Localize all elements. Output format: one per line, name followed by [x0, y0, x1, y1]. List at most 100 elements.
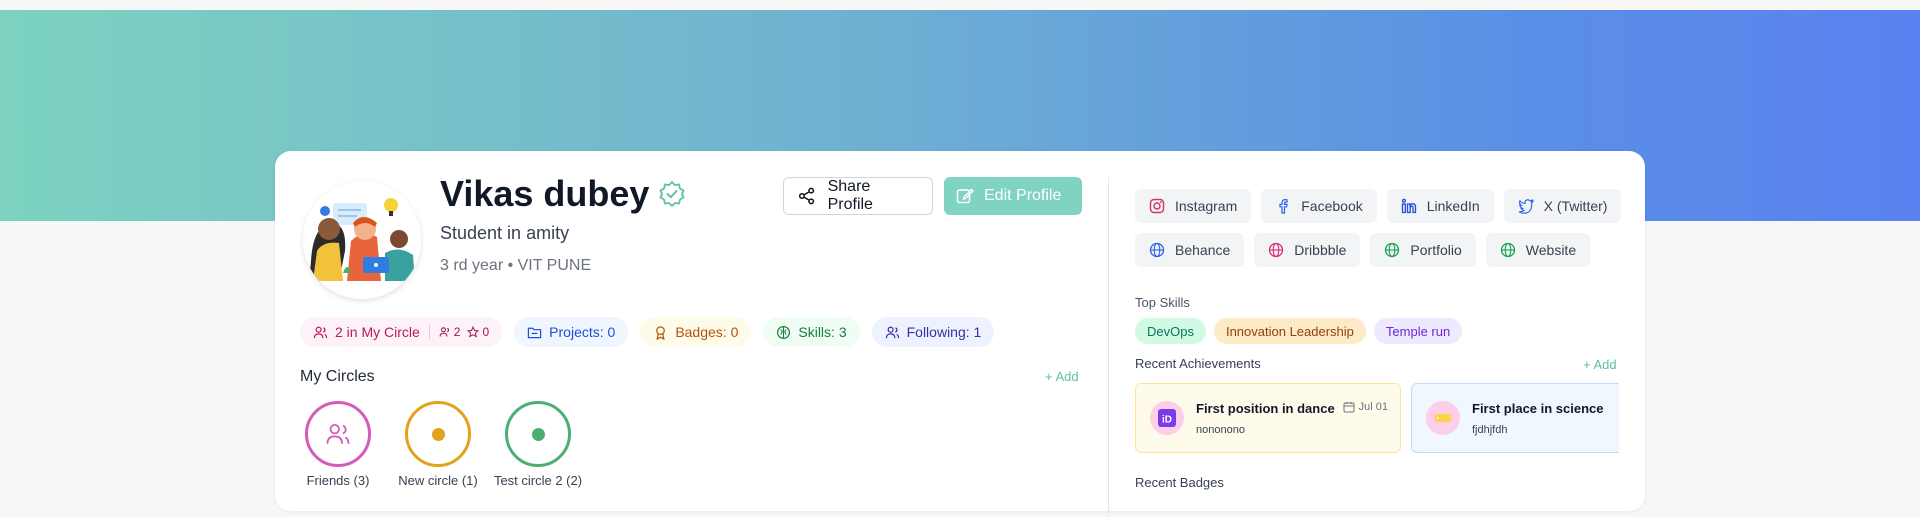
social-linkedin[interactable]: LinkedIn — [1386, 189, 1494, 223]
globe-icon — [1149, 242, 1165, 258]
achievement-card[interactable]: First place in science fjdhjfdh — [1411, 383, 1619, 453]
circle-label: Test circle 2 (2) — [493, 473, 583, 488]
share-profile-label: Share Profile — [827, 178, 873, 213]
skill-tag[interactable]: Innovation Leadership — [1213, 318, 1366, 344]
share-icon — [798, 187, 815, 205]
social-label: Instagram — [1175, 198, 1238, 214]
calendar-icon — [1343, 402, 1355, 413]
share-profile-button[interactable]: Share Profile — [783, 177, 933, 215]
globe-icon — [1385, 242, 1400, 258]
social-label: Facebook — [1301, 198, 1363, 214]
social-twitter[interactable]: X (Twitter) — [1503, 189, 1622, 223]
skill-tag[interactable]: DevOps — [1135, 318, 1206, 344]
users-icon — [326, 424, 350, 444]
stat-badges[interactable]: Badges: 0 — [640, 317, 752, 347]
achievement-desc: fjdhjfdh — [1472, 423, 1508, 436]
stat-circle-people: 2 — [439, 325, 461, 339]
achievement-title: First place in science — [1472, 400, 1604, 416]
recent-badges-title: Recent Badges — [1135, 475, 1224, 490]
achievement-title: First position in dance — [1196, 400, 1335, 416]
divider — [428, 324, 430, 340]
instagram-icon — [1149, 198, 1165, 214]
globe-icon — [1500, 242, 1515, 258]
stat-circle-stars-count: 0 — [482, 325, 490, 339]
social-label: Website — [1525, 242, 1577, 258]
achievement-card[interactable]: iD First position in dance nononono Jul … — [1135, 383, 1401, 453]
top-skills-title: Top Skills — [1135, 295, 1190, 310]
achievement-desc: nononono — [1196, 423, 1245, 436]
achievements-list: iD First position in dance nononono Jul … — [1135, 383, 1619, 455]
recent-achievements-title: Recent Achievements — [1135, 356, 1261, 371]
profile-card: Vikas dubey Student in amity 3 rd year •… — [275, 151, 1645, 517]
id-card-icon: iD — [1150, 401, 1184, 435]
top-skills-list: DevOps Innovation Leadership Temple run — [1135, 318, 1463, 344]
stat-skills[interactable]: Skills: 3 — [763, 317, 860, 347]
circle-item-test-circle-2[interactable]: Test circle 2 (2) — [494, 401, 582, 488]
profile-name: Vikas dubey — [440, 173, 650, 214]
ticket-icon — [1426, 401, 1460, 435]
edit-profile-label: Edit Profile — [984, 187, 1062, 204]
stat-my-circle[interactable]: 2 in My Circle 2 0 — [300, 317, 503, 347]
social-label: X (Twitter) — [1543, 198, 1608, 214]
svg-text:iD: iD — [1162, 415, 1172, 426]
social-label: Dribbble — [1294, 242, 1347, 258]
social-label: Portfolio — [1410, 242, 1462, 258]
stat-following-label: Following: 1 — [906, 324, 982, 340]
social-label: LinkedIn — [1426, 198, 1480, 214]
profile-headline: Student in amity — [440, 223, 570, 243]
my-circles-title: My Circles — [300, 368, 375, 385]
social-website[interactable]: Website — [1485, 233, 1591, 267]
stat-skills-label: Skills: 3 — [798, 324, 847, 340]
achievement-date-label: Jul 01 — [1358, 401, 1388, 413]
folder-icon — [527, 327, 542, 338]
circle-ring — [505, 401, 571, 467]
achievement-text: First place in science fjdhjfdh — [1472, 401, 1604, 436]
avatar[interactable] — [303, 181, 421, 299]
edit-profile-button[interactable]: Edit Profile — [944, 177, 1082, 215]
award-icon — [656, 325, 666, 340]
circles-list: Friends (3) New circle (1) Test circle 2… — [303, 401, 582, 488]
stat-circle-stars: 0 — [467, 325, 489, 339]
stat-following[interactable]: Following: 1 — [871, 317, 995, 347]
dot-icon — [431, 427, 445, 441]
stat-projects-label: Projects: 0 — [549, 324, 616, 340]
brain-icon — [777, 325, 791, 339]
circle-label: New circle (1) — [398, 473, 478, 488]
star-icon — [467, 326, 480, 338]
skill-tag[interactable]: Temple run — [1373, 318, 1463, 344]
circle-item-friends[interactable]: Friends (3) — [303, 401, 373, 488]
globe-icon — [1269, 242, 1284, 258]
facebook-icon — [1279, 198, 1288, 214]
stat-my-circle-label: 2 in My Circle — [335, 324, 420, 340]
social-instagram[interactable]: Instagram — [1135, 189, 1252, 223]
social-portfolio[interactable]: Portfolio — [1370, 233, 1476, 267]
linkedin-icon — [1401, 198, 1416, 214]
twitter-icon — [1518, 198, 1534, 214]
circle-ring — [405, 401, 471, 467]
avatar-illustration-icon — [303, 181, 421, 299]
dot-icon — [531, 427, 545, 441]
add-achievement-link[interactable]: + Add — [1583, 357, 1617, 372]
column-divider — [1108, 177, 1109, 517]
circle-item-new-circle[interactable]: New circle (1) — [398, 401, 478, 488]
circle-label: Friends (3) — [306, 473, 370, 488]
stat-circle-people-count: 2 — [453, 325, 461, 339]
add-circle-link[interactable]: + Add — [1045, 369, 1079, 384]
social-dribbble[interactable]: Dribbble — [1254, 233, 1361, 267]
users-icon — [313, 326, 328, 338]
social-links: Instagram Facebook LinkedIn X (Twitter) — [1135, 189, 1635, 267]
circle-ring — [305, 401, 371, 467]
users-icon — [885, 326, 899, 338]
profile-name-row: Vikas dubey — [440, 173, 686, 215]
social-behance[interactable]: Behance — [1135, 233, 1245, 267]
profile-subline: 3 rd year • VIT PUNE — [440, 257, 592, 274]
stat-projects[interactable]: Projects: 0 — [514, 317, 629, 347]
achievement-text: First position in dance nononono — [1196, 401, 1335, 436]
users-icon — [439, 327, 449, 337]
stat-badges-label: Badges: 0 — [675, 324, 739, 340]
stats-row: 2 in My Circle 2 0 Projects: 0 Badges: 0… — [300, 317, 995, 347]
edit-icon — [956, 188, 974, 204]
social-label: Behance — [1175, 242, 1231, 258]
social-facebook[interactable]: Facebook — [1261, 189, 1377, 223]
verified-badge-icon — [659, 181, 686, 207]
